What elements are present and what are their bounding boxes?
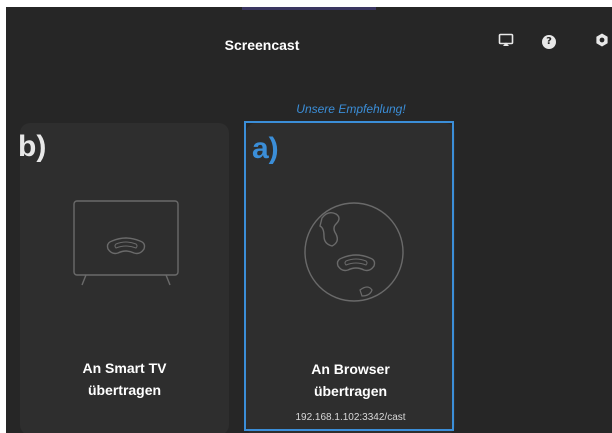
marker-b: b) — [18, 130, 47, 163]
globe-icon — [304, 202, 404, 302]
cast-button[interactable] — [494, 30, 518, 54]
page-title: Screencast — [224, 37, 300, 53]
browser-card[interactable]: An Browser übertragen 192.168.1.102:3342… — [246, 123, 455, 433]
smart-tv-label-line2: übertragen — [87, 382, 162, 398]
settings-button[interactable] — [590, 30, 612, 54]
cast-address: 192.168.1.102:3342/cast — [295, 412, 406, 423]
cast-icon — [498, 33, 514, 52]
help-button[interactable]: ? — [537, 30, 561, 54]
recommendation-label: Unsere Empfehlung! — [296, 102, 406, 116]
top-status-indicator — [242, 7, 376, 10]
smart-tv-icon — [73, 200, 179, 286]
marker-a: a) — [252, 132, 279, 165]
settings-icon — [595, 33, 609, 52]
browser-label-line2: übertragen — [313, 383, 388, 399]
smart-tv-label-line1: An Smart TV — [82, 360, 167, 376]
browser-label-line1: An Browser — [311, 361, 390, 377]
smart-tv-card[interactable]: An Smart TV übertragen — [20, 123, 229, 433]
help-icon: ? — [542, 35, 556, 49]
screencast-screen: Screencast ? Unsere Empfehlung! An Smart… — [6, 7, 612, 433]
